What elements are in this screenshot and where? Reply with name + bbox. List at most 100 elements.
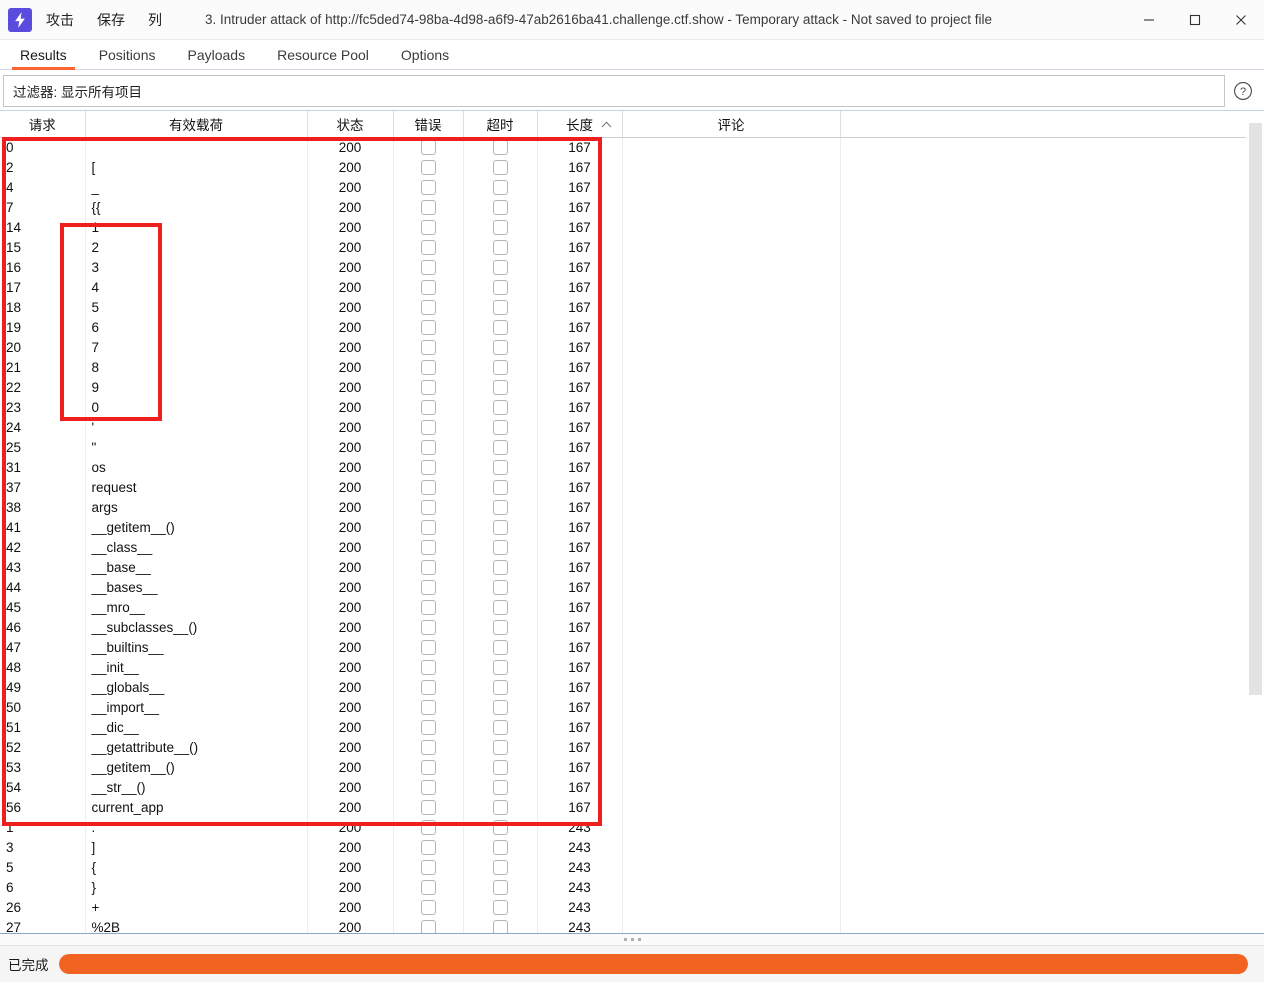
tab-options[interactable]: Options [385, 40, 465, 69]
cell-error-checkbox[interactable] [420, 179, 436, 195]
cell-timeout-checkbox[interactable] [492, 559, 508, 575]
cell-timeout-checkbox[interactable] [492, 519, 508, 535]
table-row[interactable]: 22 9 200 167 [0, 377, 1246, 398]
cell-error-checkbox[interactable] [420, 379, 436, 395]
cell-timeout-checkbox[interactable] [492, 479, 508, 495]
cell-timeout-checkbox[interactable] [492, 619, 508, 635]
column-header-payload[interactable]: 有效载荷 [85, 111, 308, 138]
cell-error-checkbox[interactable] [420, 479, 436, 495]
table-row[interactable]: 4 _ 200 167 [0, 177, 1246, 198]
maximize-icon[interactable] [1172, 0, 1218, 40]
cell-error-checkbox[interactable] [420, 579, 436, 595]
cell-error-checkbox[interactable] [420, 659, 436, 675]
column-header-status[interactable]: 状态 [307, 111, 394, 138]
table-row[interactable]: 23 0 200 167 [0, 397, 1246, 418]
column-header-timeout[interactable]: 超时 [463, 111, 538, 138]
cell-timeout-checkbox[interactable] [492, 299, 508, 315]
tab-positions[interactable]: Positions [83, 40, 172, 69]
cell-timeout-checkbox[interactable] [492, 459, 508, 475]
cell-error-checkbox[interactable] [420, 699, 436, 715]
cell-error-checkbox[interactable] [420, 779, 436, 795]
cell-error-checkbox[interactable] [420, 619, 436, 635]
table-row[interactable]: 25 " 200 167 [0, 437, 1246, 458]
table-row[interactable]: 2[200 167 [0, 157, 1246, 178]
cell-error-checkbox[interactable] [420, 559, 436, 575]
cell-timeout-checkbox[interactable] [492, 899, 508, 915]
cell-error-checkbox[interactable] [420, 639, 436, 655]
cell-timeout-checkbox[interactable] [492, 259, 508, 275]
table-row[interactable]: 24 ' 200 167 [0, 417, 1246, 438]
cell-error-checkbox[interactable] [420, 339, 436, 355]
cell-error-checkbox[interactable] [420, 719, 436, 735]
cell-error-checkbox[interactable] [420, 419, 436, 435]
table-row[interactable]: 49 __globals__ 200 167 [0, 677, 1246, 698]
cell-error-checkbox[interactable] [420, 159, 436, 175]
table-row[interactable]: 6} 200 243 [0, 877, 1246, 898]
cell-timeout-checkbox[interactable] [492, 759, 508, 775]
cell-timeout-checkbox[interactable] [492, 639, 508, 655]
panel-splitter[interactable] [0, 933, 1264, 945]
table-row[interactable]: 45 __mro__ 200 167 [0, 597, 1246, 618]
cell-timeout-checkbox[interactable] [492, 399, 508, 415]
cell-timeout-checkbox[interactable] [492, 319, 508, 335]
cell-error-checkbox[interactable] [420, 319, 436, 335]
cell-error-checkbox[interactable] [420, 899, 436, 915]
table-row[interactable]: 37 request 200 167 [0, 477, 1246, 498]
cell-error-checkbox[interactable] [420, 859, 436, 875]
cell-timeout-checkbox[interactable] [492, 679, 508, 695]
cell-error-checkbox[interactable] [420, 459, 436, 475]
cell-error-checkbox[interactable] [420, 139, 436, 155]
results-scrollbar-thumb[interactable] [1249, 123, 1262, 695]
cell-timeout-checkbox[interactable] [492, 179, 508, 195]
cell-timeout-checkbox[interactable] [492, 879, 508, 895]
cell-error-checkbox[interactable] [420, 199, 436, 215]
cell-error-checkbox[interactable] [420, 839, 436, 855]
table-row[interactable]: 15 2 200 167 [0, 237, 1246, 258]
table-row[interactable]: 52 __getattribute__() 200 167 [0, 737, 1246, 758]
table-row[interactable]: 1. 200 243 [0, 817, 1246, 838]
table-row[interactable]: 56 current_app 200 167 [0, 797, 1246, 818]
cell-timeout-checkbox[interactable] [492, 659, 508, 675]
cell-error-checkbox[interactable] [420, 259, 436, 275]
question-mark-circle-icon[interactable]: ? [1228, 75, 1258, 107]
table-row[interactable]: 47 __builtins__ 200 167 [0, 637, 1246, 658]
cell-error-checkbox[interactable] [420, 399, 436, 415]
table-row[interactable]: 27 %2B 200 243 [0, 917, 1246, 933]
cell-timeout-checkbox[interactable] [492, 359, 508, 375]
table-row[interactable]: 42 __class__ 200 167 [0, 537, 1246, 558]
menu-columns[interactable]: 列 [139, 6, 171, 34]
cell-timeout-checkbox[interactable] [492, 539, 508, 555]
table-row[interactable]: 19 6 200 167 [0, 317, 1246, 338]
cell-timeout-checkbox[interactable] [492, 919, 508, 933]
column-header-error[interactable]: 错误 [393, 111, 464, 138]
table-row[interactable]: 48 __init__ 200 167 [0, 657, 1246, 678]
table-row[interactable]: 16 3 200 167 [0, 257, 1246, 278]
cell-timeout-checkbox[interactable] [492, 279, 508, 295]
cell-timeout-checkbox[interactable] [492, 439, 508, 455]
menu-save[interactable]: 保存 [88, 6, 134, 34]
table-row[interactable]: 21 8 200 167 [0, 357, 1246, 378]
cell-error-checkbox[interactable] [420, 739, 436, 755]
cell-timeout-checkbox[interactable] [492, 799, 508, 815]
cell-timeout-checkbox[interactable] [492, 379, 508, 395]
cell-timeout-checkbox[interactable] [492, 239, 508, 255]
table-row[interactable]: 0 200 167 [0, 137, 1246, 158]
results-vertical-scrollbar[interactable] [1246, 111, 1264, 933]
cell-timeout-checkbox[interactable] [492, 339, 508, 355]
table-row[interactable]: 50 __import__ 200 167 [0, 697, 1246, 718]
table-row[interactable]: 5{200 243 [0, 857, 1246, 878]
cell-timeout-checkbox[interactable] [492, 139, 508, 155]
cell-error-checkbox[interactable] [420, 819, 436, 835]
column-header-request[interactable]: 请求 [0, 111, 86, 138]
table-row[interactable]: 43 __base__ 200 167 [0, 557, 1246, 578]
cell-error-checkbox[interactable] [420, 679, 436, 695]
tab-results[interactable]: Results [4, 40, 83, 70]
cell-error-checkbox[interactable] [420, 279, 436, 295]
cell-timeout-checkbox[interactable] [492, 839, 508, 855]
cell-error-checkbox[interactable] [420, 519, 436, 535]
cell-error-checkbox[interactable] [420, 499, 436, 515]
cell-error-checkbox[interactable] [420, 299, 436, 315]
cell-timeout-checkbox[interactable] [492, 719, 508, 735]
cell-error-checkbox[interactable] [420, 879, 436, 895]
cell-timeout-checkbox[interactable] [492, 599, 508, 615]
